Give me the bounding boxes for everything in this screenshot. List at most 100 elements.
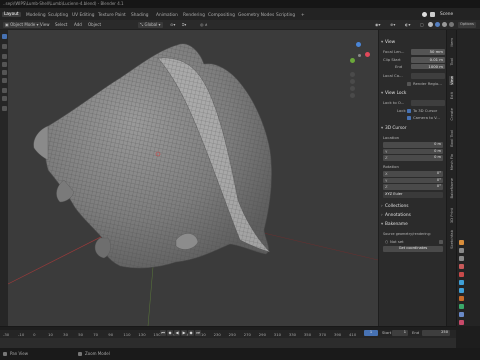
transform-orientation-dropdown[interactable]: ⤡ Global ▾ bbox=[138, 22, 163, 28]
object-menu[interactable]: Object bbox=[88, 22, 101, 28]
camera-view-icon[interactable] bbox=[350, 86, 355, 91]
tab-view[interactable]: View bbox=[449, 76, 454, 86]
tab-sculpting[interactable]: Sculpting bbox=[48, 13, 68, 18]
bakename-pick-icon[interactable] bbox=[439, 239, 443, 244]
view-lock-section-header[interactable]: ▾ View Lock bbox=[381, 91, 445, 97]
physics-properties-icon[interactable] bbox=[459, 304, 464, 309]
get-coordinates-button[interactable]: Get coordinates bbox=[383, 246, 443, 252]
next-keyframe-icon[interactable]: ◆ bbox=[188, 330, 194, 336]
perspective-toggle-icon[interactable] bbox=[350, 93, 355, 98]
options-dropdown[interactable]: Options bbox=[458, 22, 476, 28]
material-properties-icon[interactable] bbox=[459, 320, 464, 325]
tab-3d-print[interactable]: 3D Print bbox=[449, 208, 454, 223]
tab-modeling[interactable]: Modeling bbox=[26, 13, 46, 18]
rotate-tool-icon[interactable] bbox=[1, 62, 7, 67]
bakename-section-header[interactable]: ▾ Bakename bbox=[381, 222, 445, 228]
tab-bool-tool[interactable]: Bool Tool bbox=[449, 130, 454, 147]
tab-sketchfab[interactable]: Sketchfab bbox=[449, 230, 454, 249]
constraints-properties-icon[interactable] bbox=[459, 312, 464, 317]
3d-viewport[interactable] bbox=[8, 30, 378, 326]
annotations-section-header[interactable]: › Annotations bbox=[381, 213, 445, 219]
jump-end-icon[interactable]: ⏭ bbox=[195, 330, 201, 336]
rotation-mode-dropdown[interactable]: XYZ Euler bbox=[383, 192, 443, 198]
tab-scripting[interactable]: Scripting bbox=[276, 13, 295, 18]
focal-length-field[interactable]: 50 mm bbox=[411, 49, 445, 55]
measure-tool-icon[interactable] bbox=[1, 96, 7, 101]
timeline-track[interactable] bbox=[0, 338, 456, 348]
cursor-loc-z-field[interactable]: 0 m bbox=[383, 155, 443, 161]
clip-start-field[interactable]: 0.01 m bbox=[411, 57, 445, 63]
render-properties-icon[interactable] bbox=[459, 248, 464, 253]
play-reverse-icon[interactable]: ◀ bbox=[174, 330, 180, 336]
wireframe-shading-icon[interactable] bbox=[428, 22, 433, 27]
transform-tool-icon[interactable] bbox=[1, 78, 7, 83]
tab-bakename[interactable]: BakeName bbox=[449, 178, 454, 199]
frame-end-field[interactable]: 250 bbox=[422, 330, 450, 336]
annotate-tool-icon[interactable] bbox=[1, 88, 7, 93]
particles-properties-icon[interactable] bbox=[459, 296, 464, 301]
tab-uv-editing[interactable]: UV Editing bbox=[72, 13, 94, 18]
add-menu[interactable]: Add bbox=[74, 22, 82, 28]
tab-animation[interactable]: Animation bbox=[156, 13, 178, 18]
cursor-rot-x-field[interactable]: 0° bbox=[383, 171, 443, 177]
scene-selector[interactable]: Scene bbox=[440, 12, 453, 17]
select-tool-icon[interactable] bbox=[1, 34, 7, 39]
add-cube-tool-icon[interactable] bbox=[1, 106, 7, 111]
cursor-rot-z-field[interactable]: 0° bbox=[383, 184, 443, 190]
tool-properties-icon[interactable] bbox=[459, 240, 464, 245]
tab-texture-paint[interactable]: Texture Paint bbox=[98, 13, 126, 18]
play-icon[interactable]: ▶ bbox=[181, 330, 187, 336]
gizmo-y-axis-icon[interactable] bbox=[350, 58, 355, 63]
scale-tool-icon[interactable] bbox=[1, 70, 7, 75]
zoom-icon[interactable] bbox=[350, 72, 355, 77]
add-workspace-button[interactable]: + bbox=[301, 13, 305, 18]
viewport-shading-solid-icon[interactable] bbox=[422, 12, 427, 17]
tab-tool[interactable]: Tool bbox=[449, 58, 454, 65]
gizmo-x-axis-icon[interactable] bbox=[365, 52, 370, 57]
output-properties-icon[interactable] bbox=[459, 256, 464, 261]
prev-keyframe-icon[interactable]: ◆ bbox=[167, 330, 173, 336]
overlay-icon[interactable]: ◐▾ bbox=[405, 22, 411, 28]
frame-start-field[interactable]: 1 bbox=[392, 330, 408, 336]
clip-end-field[interactable]: 1000 m bbox=[411, 63, 445, 69]
pivot-icon[interactable]: ⊙▾ bbox=[170, 22, 175, 28]
material-shading-icon[interactable] bbox=[442, 22, 447, 27]
lock-object-field[interactable] bbox=[411, 100, 445, 106]
tab-mesh-fix[interactable]: Mesh Fix bbox=[449, 154, 454, 170]
cursor-loc-y-field[interactable]: 0 m bbox=[383, 148, 443, 154]
render-region-checkbox[interactable] bbox=[407, 81, 411, 86]
tab-layout[interactable]: Layout bbox=[2, 12, 21, 17]
select-menu[interactable]: Select bbox=[55, 22, 67, 28]
tab-shading[interactable]: Shading bbox=[131, 13, 148, 18]
object-properties-icon[interactable] bbox=[459, 280, 464, 285]
world-properties-icon[interactable] bbox=[459, 272, 464, 277]
navigation-gizmo[interactable] bbox=[346, 42, 372, 68]
rendered-shading-icon[interactable] bbox=[449, 22, 454, 27]
move-tool-icon[interactable] bbox=[1, 54, 7, 59]
tab-edit[interactable]: Edit bbox=[449, 92, 454, 99]
gizmo-z-axis-icon[interactable] bbox=[356, 42, 361, 47]
xray-icon[interactable]: ▢ bbox=[420, 22, 424, 28]
tab-compositing[interactable]: Compositing bbox=[208, 13, 235, 18]
collections-section-header[interactable]: › Collections bbox=[381, 204, 445, 210]
tab-item[interactable]: Item bbox=[449, 38, 454, 47]
gizmo-icon[interactable]: ⊕▾ bbox=[390, 22, 395, 28]
tab-geometry-nodes[interactable]: Geometry Nodes bbox=[238, 13, 274, 18]
snap-icon[interactable]: ⌗▾ bbox=[182, 22, 186, 28]
modifier-properties-icon[interactable] bbox=[459, 288, 464, 293]
timeline[interactable]: -30-100103050709011013015017019021023025… bbox=[0, 326, 456, 348]
cursor-tool-icon[interactable] bbox=[1, 44, 7, 49]
lock-3d-cursor-checkbox[interactable] bbox=[407, 108, 411, 113]
view-menu[interactable]: View bbox=[40, 22, 50, 28]
lock-camera-checkbox[interactable] bbox=[407, 115, 411, 120]
mode-selector[interactable]: ▣ Object Mode ▾ bbox=[3, 22, 41, 28]
tab-create[interactable]: Create bbox=[449, 108, 454, 121]
cursor-loc-x-field[interactable]: 0 m bbox=[383, 142, 443, 148]
solid-shading-icon[interactable] bbox=[435, 22, 440, 27]
visibility-icon[interactable]: ◉▾ bbox=[375, 22, 381, 28]
3d-cursor-section-header[interactable]: ▾ 3D Cursor bbox=[381, 126, 445, 132]
jump-start-icon[interactable]: ⏮ bbox=[160, 330, 166, 336]
cursor-rot-y-field[interactable]: 0° bbox=[383, 177, 443, 183]
local-camera-field[interactable] bbox=[411, 73, 445, 79]
proportional-edit-icon[interactable]: ◎ ∧ bbox=[200, 22, 208, 28]
